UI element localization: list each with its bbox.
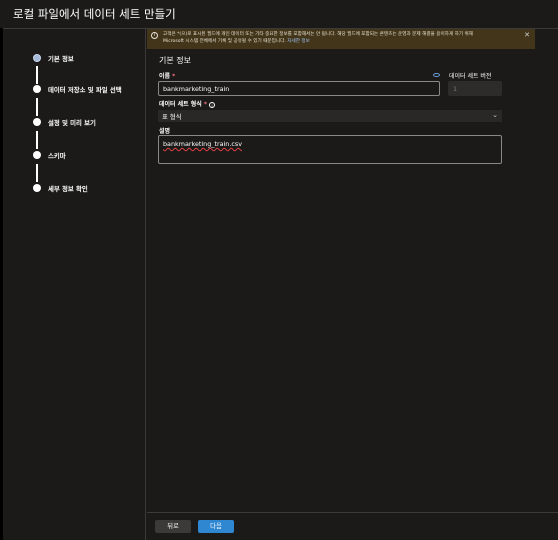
step-indicator (33, 184, 41, 192)
step-label: 스키마 (48, 151, 66, 160)
info-icon[interactable]: i (209, 101, 216, 108)
section-title: 기본 정보 (159, 56, 191, 65)
step-indicator (33, 151, 41, 159)
create-dataset-dialog: 로컬 파일에서 데이터 세트 만들기 기본 정보 데이터 저장소 및 파일 선택… (0, 0, 558, 540)
banner-line-2: Microsoft 시스템 전체에서 기록 및 공유될 수 있기 때문입니다. (163, 39, 286, 44)
step-connector (36, 131, 38, 149)
privacy-warning-banner: i 고객은 *(으)로 표시된 필드에 개인 데이터 또는 기타 중요한 정보를… (147, 29, 535, 49)
step-basic-info[interactable]: 기본 정보 (33, 51, 74, 65)
dataset-type-label: 데이터 세트 형식 * i (159, 99, 216, 108)
step-connector (36, 98, 38, 116)
step-label: 세부 정보 확인 (48, 184, 88, 193)
close-icon[interactable]: ✕ (524, 32, 530, 39)
banner-line-1: 고객은 *(으)로 표시된 필드에 개인 데이터 또는 기타 중요한 정보를 포… (163, 32, 473, 37)
dataset-type-value: 표 형식 (162, 113, 182, 121)
info-icon: i (151, 32, 158, 39)
main-content: i 고객은 *(으)로 표시된 필드에 개인 데이터 또는 기타 중요한 정보를… (147, 29, 558, 512)
name-label: 이름 * (159, 73, 176, 80)
required-mark: * (172, 73, 176, 80)
dialog-footer: 뒤로 다음 (147, 512, 558, 540)
version-input: 1 (448, 81, 502, 96)
banner-text: 고객은 *(으)로 표시된 필드에 개인 데이터 또는 기타 중요한 정보를 포… (163, 31, 513, 45)
step-datastore-file[interactable]: 데이터 저장소 및 파일 선택 (33, 82, 122, 96)
dialog-header: 로컬 파일에서 데이터 세트 만들기 (0, 0, 558, 29)
step-confirm-details[interactable]: 세부 정보 확인 (33, 181, 88, 195)
step-schema[interactable]: 스키마 (33, 148, 66, 162)
step-label: 기본 정보 (48, 54, 74, 63)
dataset-type-dropdown[interactable]: 표 형식 ⌄ (158, 110, 502, 122)
step-connector (36, 164, 38, 182)
step-indicator (33, 118, 41, 126)
version-label: 데이터 세트 버전 (449, 73, 492, 80)
window-edge (0, 28, 3, 540)
step-label: 데이터 저장소 및 파일 선택 (48, 85, 122, 94)
step-settings-preview[interactable]: 설정 및 미리 보기 (33, 115, 96, 129)
wizard-steps: 기본 정보 데이터 저장소 및 파일 선택 설정 및 미리 보기 스키마 세부 … (0, 29, 146, 540)
description-label: 설명 (159, 128, 171, 135)
back-button[interactable]: 뒤로 (155, 520, 191, 533)
step-label: 설정 및 미리 보기 (48, 118, 96, 127)
description-value: bankmarketing_train.csv (163, 140, 243, 148)
dialog-title: 로컬 파일에서 데이터 세트 만들기 (13, 7, 176, 21)
name-input[interactable]: bankmarketing_train (158, 81, 440, 96)
next-button[interactable]: 다음 (198, 520, 234, 533)
step-indicator (33, 85, 41, 93)
step-indicator-active (33, 54, 41, 62)
eye-icon[interactable] (433, 73, 440, 77)
description-textarea[interactable]: bankmarketing_train.csv (158, 135, 502, 164)
learn-more-link[interactable]: 자세한 정보 (287, 39, 310, 44)
chevron-down-icon: ⌄ (492, 111, 498, 119)
